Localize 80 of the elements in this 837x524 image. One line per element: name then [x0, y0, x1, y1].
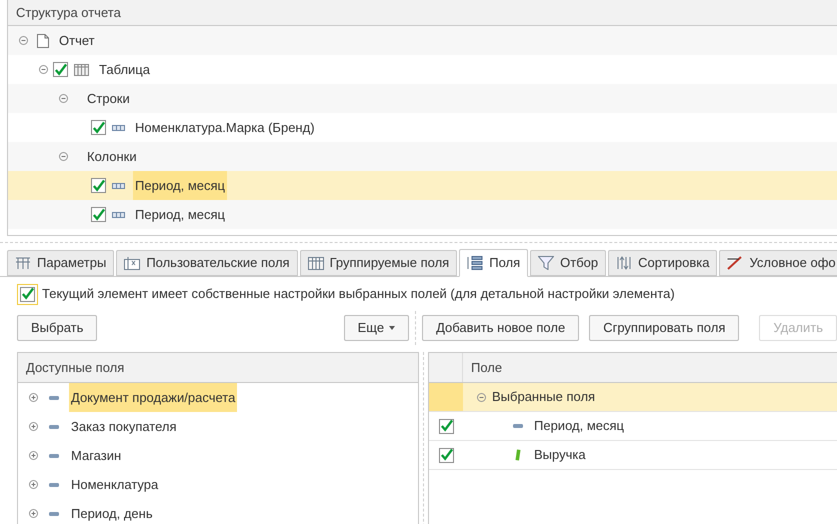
panel-title: Структура отчета: [16, 4, 121, 22]
collapse-icon[interactable]: [477, 392, 486, 402]
tree-label: Номенклатура.Марка (Бренд): [134, 118, 316, 137]
tree-label: Строки: [86, 90, 131, 108]
checkbox-label: Текущий элемент имеет собственные настройки выбранных полей (для детальной настройки элемента): [42, 285, 675, 304]
collapse-icon[interactable]: [59, 152, 68, 161]
tree-label: Отчет: [58, 32, 96, 50]
field-label: Документ продажи/расчета: [69, 383, 238, 412]
table-icon: [74, 64, 89, 76]
collapse-icon[interactable]: [39, 65, 48, 74]
sort-icon: [616, 256, 632, 270]
field-icon: [112, 182, 125, 188]
field-icon: [49, 424, 59, 428]
tree-label: Период, месяц: [133, 171, 227, 200]
list-row[interactable]: Период, день: [18, 499, 418, 524]
toolbar-button[interactable]: Сгруппировать поля: [589, 315, 740, 341]
checkbox[interactable]: [91, 207, 106, 222]
more-menu-button[interactable]: Еще: [344, 315, 410, 341]
tab[interactable]: Отбор: [530, 250, 606, 276]
collapse-icon[interactable]: [19, 36, 28, 45]
brush-icon: [727, 256, 744, 270]
filter-icon: [538, 256, 554, 270]
checkbox[interactable]: [91, 178, 106, 193]
field-icon: [49, 482, 59, 486]
group-label: Выбранные поля: [492, 388, 596, 406]
tree-row[interactable]: Период, месяц: [8, 171, 837, 200]
parameters-icon: [15, 256, 31, 270]
checkbox[interactable]: [53, 62, 68, 77]
tree-label: Период, месяц: [134, 206, 226, 224]
document-icon: [37, 34, 49, 48]
tab[interactable]: Условное офо: [719, 250, 837, 276]
table-row[interactable]: Период, месяц: [429, 412, 837, 441]
field-icon: [112, 124, 125, 130]
tree-row[interactable]: Отчет: [8, 26, 837, 55]
group-row[interactable]: Выбранные поля: [429, 383, 837, 412]
field-icon: [112, 212, 125, 218]
field-icon: [513, 424, 523, 428]
list-row[interactable]: Документ продажи/расчета: [18, 383, 418, 412]
expand-icon[interactable]: [29, 480, 38, 489]
checkbox[interactable]: [91, 120, 106, 135]
checkbox[interactable]: [20, 286, 35, 302]
field-label: Магазин: [70, 446, 122, 465]
tab[interactable]: Сортировка: [608, 250, 718, 276]
checkbox[interactable]: [438, 448, 454, 462]
field-icon: [49, 396, 59, 400]
field-label: Выручка: [534, 446, 586, 464]
tab[interactable]: Группируемые поля: [300, 250, 458, 276]
field-label: Заказ покупателя: [70, 418, 178, 436]
list-row[interactable]: Магазин: [18, 441, 418, 470]
expand-icon[interactable]: [29, 422, 38, 431]
checkbox[interactable]: [438, 418, 454, 434]
field-icon: [49, 454, 59, 458]
expand-icon[interactable]: [29, 451, 38, 460]
column-title: Доступные поля: [26, 358, 124, 377]
tree-label: Колонки: [86, 148, 138, 166]
expand-icon[interactable]: [29, 393, 38, 402]
list-row[interactable]: Заказ покупателя: [18, 412, 418, 441]
field-label: Номенклатура: [70, 476, 160, 494]
table-row[interactable]: Выручка: [429, 441, 837, 470]
tree-row[interactable]: Колонки: [8, 142, 837, 171]
list-row[interactable]: Номенклатура: [18, 470, 418, 499]
tree-row[interactable]: Период, месяц: [8, 200, 837, 229]
select-button[interactable]: Выбрать: [17, 315, 98, 341]
column-header: Поле: [470, 358, 502, 377]
tree-row[interactable]: Строки: [8, 84, 837, 113]
tree-label: Таблица: [98, 60, 151, 79]
tab[interactable]: Поля: [459, 249, 528, 277]
fields-icon: [467, 256, 484, 270]
table-icon: [308, 256, 324, 270]
expand-icon[interactable]: [29, 509, 38, 518]
formula-icon: [124, 256, 140, 270]
tab[interactable]: Пользовательские поля: [116, 250, 298, 276]
field-label: Период, день: [70, 504, 154, 523]
tab[interactable]: Параметры: [7, 250, 114, 276]
field-label: Период, месяц: [534, 417, 624, 436]
collapse-icon[interactable]: [59, 94, 68, 103]
field-icon: [49, 512, 59, 516]
leaf-icon: [515, 449, 521, 461]
caret-icon: [389, 326, 396, 330]
toolbar-button[interactable]: Добавить новое поле: [422, 315, 580, 341]
